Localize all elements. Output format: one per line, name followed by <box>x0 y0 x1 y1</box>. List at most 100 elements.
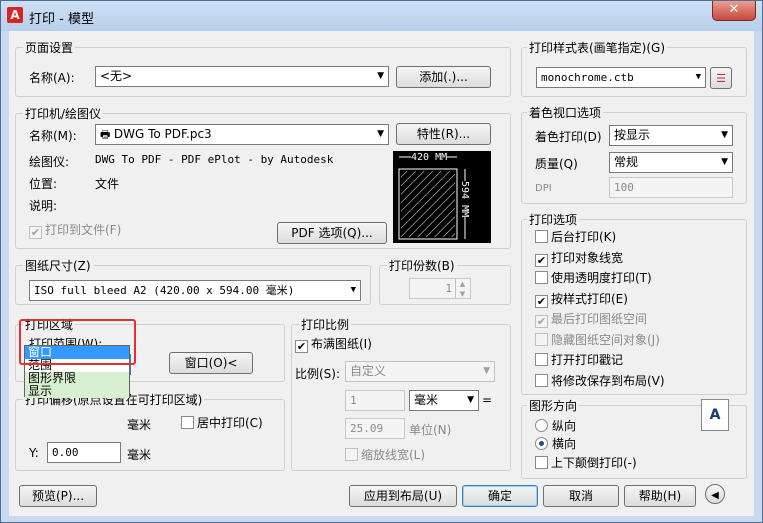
shade-plot-value: 按显示 <box>614 128 651 142</box>
portrait-radio[interactable]: 纵向 <box>535 417 576 434</box>
help-button[interactable]: 帮助(H) <box>624 485 696 507</box>
shade-plot-select[interactable]: 按显示 ▼ <box>609 125 733 146</box>
dpi-input[interactable]: 100 <box>609 177 733 198</box>
plot-option-box <box>535 271 548 284</box>
scale-value: 自定义 <box>350 364 387 378</box>
pdf-options-button[interactable]: PDF 选项(Q)... <box>277 222 387 244</box>
preview-width-label: 420 MM <box>411 152 448 163</box>
plot-range-option[interactable]: 窗口 <box>25 346 129 359</box>
copies-title: 打印份数(B) <box>387 257 457 274</box>
plot-option-checkbox[interactable]: 后台打印(K) <box>535 230 616 246</box>
plot-option-label: 最后打印图纸空间 <box>551 312 648 326</box>
printer-properties-button[interactable]: 特性(R)... <box>396 123 491 145</box>
plot-option-checkbox[interactable]: ✔ 打印对象线宽 <box>535 251 623 267</box>
plot-option-checkbox[interactable]: ✔ 按样式打印(E) <box>535 292 628 308</box>
print-to-file-box: ✔ <box>29 226 42 239</box>
page-setup-name-select[interactable]: <无> ▼ <box>95 66 389 87</box>
chevron-left-icon: ◀ <box>711 490 719 501</box>
landscape-label: 横向 <box>552 437 577 451</box>
print-to-file-checkbox[interactable]: ✔ 打印到文件(F) <box>29 223 121 239</box>
ok-button[interactable]: 确定 <box>462 485 538 507</box>
plot-option-box <box>535 353 548 366</box>
scale-label: 比例(S): <box>295 367 341 381</box>
offset-y-unit: 毫米 <box>127 448 152 462</box>
upside-down-checkbox[interactable]: 上下颠倒打印(-) <box>535 456 637 472</box>
plot-option-box: ✔ <box>535 315 548 328</box>
expand-collapse-button[interactable]: ◀ <box>705 484 725 504</box>
paper-size-title: 图纸尺寸(Z) <box>23 257 93 274</box>
scale-lineweights-label: 缩放线宽(L) <box>361 448 426 462</box>
fit-to-paper-checkbox[interactable]: ✔ 布满图纸(I) <box>295 337 372 353</box>
quality-select[interactable]: 常规 ▼ <box>609 152 733 173</box>
plot-style-value: monochrome.ctb <box>541 71 634 84</box>
window-title: 打印 - 模型 <box>29 12 94 27</box>
preview-button[interactable]: 预览(P)... <box>19 485 97 507</box>
plot-range-option[interactable]: 显示 <box>25 385 129 398</box>
landscape-radio-dot <box>535 437 548 450</box>
paper-size-select[interactable]: ISO full bleed A2 (420.00 x 594.00 毫米) ▼ <box>29 280 361 301</box>
scale-unit-label: 单位(N) <box>409 423 452 437</box>
orientation-title: 图形方向 <box>527 397 580 414</box>
close-button[interactable]: ✕ <box>712 1 756 21</box>
edit-style-icon: ☰ <box>716 72 726 85</box>
print-to-file-label: 打印到文件(F) <box>45 223 122 237</box>
upside-down-box <box>535 456 548 469</box>
edit-plot-style-button[interactable]: ☰ <box>710 67 732 89</box>
location-value: 文件 <box>95 177 120 191</box>
plot-option-checkbox[interactable]: 将修改保存到布局(V) <box>535 373 665 390</box>
cancel-button[interactable]: 取消 <box>543 485 619 507</box>
plot-area-title: 打印区域 <box>23 316 76 333</box>
plot-range-option[interactable]: 范围 <box>25 359 129 372</box>
copies-spinner[interactable]: ▲ ▼ <box>455 279 469 299</box>
plot-option-checkbox[interactable]: 打开打印戳记 <box>535 353 623 369</box>
title-bar[interactable]: A 打印 - 模型 ✕ <box>1 1 762 31</box>
fit-to-paper-label: 布满图纸(I) <box>311 337 372 351</box>
paper-preview-graphic <box>398 156 466 240</box>
add-page-setup-button[interactable]: 添加(.)... <box>396 66 491 88</box>
scale-value2-input[interactable]: 25.09 <box>345 418 405 439</box>
scale-unit-select[interactable]: 毫米 ▼ <box>409 390 479 411</box>
plot-option-label: 打印对象线宽 <box>551 250 624 265</box>
printer-group-title: 打印机/绘图仪 <box>23 105 104 122</box>
chevron-down-icon: ▼ <box>377 71 384 81</box>
plot-option-checkbox[interactable]: 使用透明度打印(T) <box>535 271 652 287</box>
plot-option-label: 隐藏图纸空间对象(J) <box>551 332 660 347</box>
scale-lineweights-checkbox[interactable]: 缩放线宽(L) <box>345 448 425 464</box>
plot-style-select[interactable]: monochrome.ctb ▼ <box>536 67 706 88</box>
printer-name-select[interactable]: 🖶 DWG To PDF.pc3 ▼ <box>95 124 389 145</box>
plot-option-label: 打开打印戳记 <box>551 353 624 367</box>
autocad-app-icon: A <box>7 7 23 23</box>
scale-select[interactable]: 自定义 ▼ <box>345 361 495 382</box>
paper-size-value: ISO full bleed A2 (420.00 x 594.00 毫米) <box>34 284 295 297</box>
center-plot-checkbox[interactable]: 居中打印(C) <box>181 416 263 432</box>
shade-plot-label: 着色打印(D) <box>535 130 602 144</box>
plot-option-box <box>535 332 548 346</box>
plot-option-box: ✔ <box>535 253 548 267</box>
landscape-radio[interactable]: 横向 <box>535 435 576 452</box>
center-plot-label: 居中打印(C) <box>197 416 263 430</box>
portrait-label: 纵向 <box>552 419 577 433</box>
location-label: 位置: <box>29 177 58 191</box>
chevron-down-icon: ▼ <box>483 366 490 376</box>
chevron-down-icon: ▼ <box>350 285 356 295</box>
description-label: 说明: <box>29 199 58 213</box>
chevron-down-icon: ▼ <box>695 72 701 82</box>
chevron-down-icon: ▼ <box>467 395 474 405</box>
plot-option-label: 将修改保存到布局(V) <box>551 373 665 388</box>
center-plot-box <box>181 416 194 429</box>
plot-option-checkbox[interactable]: 隐藏图纸空间对象(J) <box>535 332 660 349</box>
plot-style-title: 打印样式表(画笔指定)(G) <box>527 39 668 56</box>
plot-option-box <box>535 373 548 387</box>
printer-icon: 🖶 <box>100 128 114 141</box>
plot-range-option[interactable]: 图形界限 <box>25 372 129 385</box>
pick-window-button[interactable]: 窗口(O)< <box>169 352 253 374</box>
apply-to-layout-button[interactable]: 应用到布局(U) <box>349 485 457 507</box>
plot-option-label: 按样式打印(E) <box>551 291 628 306</box>
upside-down-label: 上下颠倒打印(-) <box>551 456 637 470</box>
scale-value1-input[interactable]: 1 <box>345 390 405 411</box>
page-setup-name-label: 名称(A): <box>29 71 75 85</box>
plot-option-checkbox[interactable]: ✔ 最后打印图纸空间 <box>535 312 647 328</box>
offset-y-input[interactable]: 0.00 <box>47 442 121 463</box>
plot-options-title: 打印选项 <box>527 211 580 228</box>
plot-range-dropdown-list: 窗口 范围 图形界限 显示 <box>24 345 130 398</box>
